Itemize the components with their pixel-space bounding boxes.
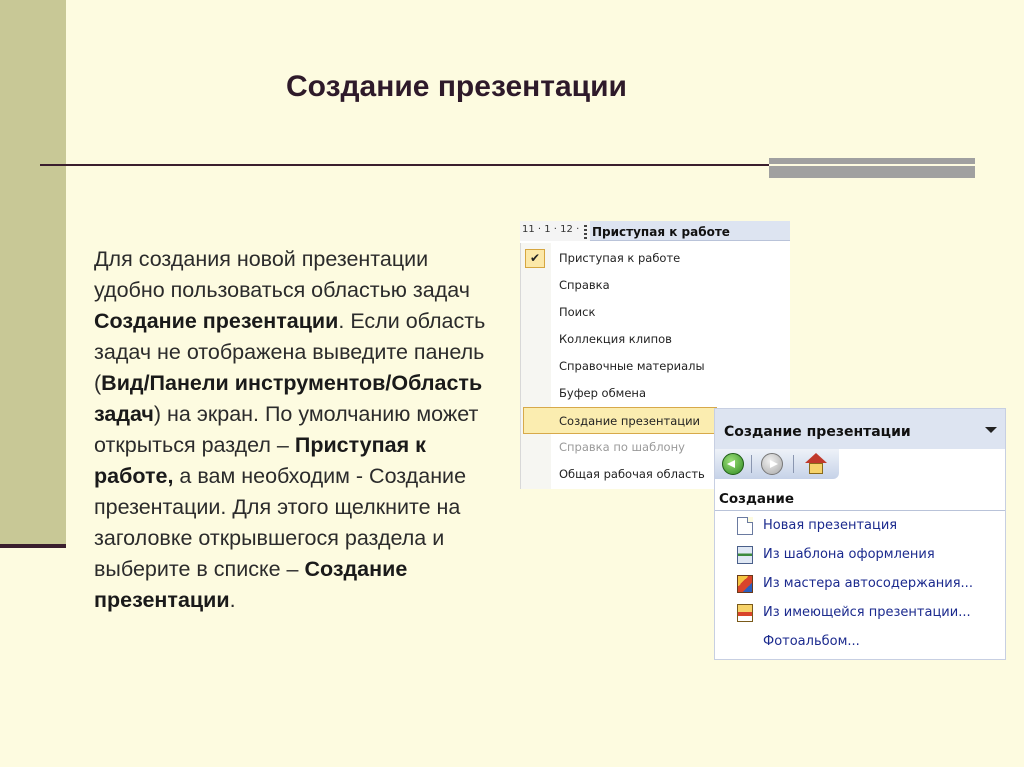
menu-item-getting-started[interactable]: ✔ Приступая к работе [521, 245, 790, 272]
link-photo-album[interactable]: Фотоальбом... [715, 627, 1005, 656]
blank-document-icon [737, 517, 753, 535]
menu-item-clipboard[interactable]: Буфер обмена [521, 380, 790, 407]
task-pane-screenshot: Создание презентации Создание Новая през… [714, 408, 1006, 660]
autocontent-wizard-icon [737, 575, 753, 593]
toolbar-separator [751, 455, 752, 473]
ruler: 11 · 1 · 12 · [520, 221, 590, 241]
design-template-icon [737, 546, 753, 564]
pane-toolbar [715, 449, 839, 479]
task-pane-title[interactable]: Приступая к работе [590, 221, 790, 241]
menu-item-new-presentation[interactable]: Создание презентации [523, 407, 717, 434]
link-from-design-template[interactable]: Из шаблона оформления [715, 540, 1005, 569]
menu-item-help[interactable]: Справка [521, 272, 790, 299]
dropdown-arrow-icon[interactable] [985, 427, 997, 433]
bold-term-1: Создание презентации [94, 309, 339, 333]
section-heading: Создание [715, 487, 1005, 511]
menu-item-search[interactable]: Поиск [521, 299, 790, 326]
grip-handle[interactable] [584, 225, 587, 239]
forward-icon[interactable] [761, 453, 783, 475]
left-decor-line [0, 544, 66, 548]
link-existing-presentation[interactable]: Из имеющейся презентации... [715, 598, 1005, 627]
title-divider-accent [769, 158, 975, 178]
back-icon[interactable] [722, 453, 744, 475]
link-autocontent-wizard[interactable]: Из мастера автосодержания... [715, 569, 1005, 598]
checkmark-icon: ✔ [525, 249, 545, 268]
body-text: Для создания новой презентации удобно по… [94, 247, 486, 612]
home-icon[interactable] [805, 453, 827, 475]
toolbar-separator [793, 455, 794, 473]
menu-item-reference[interactable]: Справочные материалы [521, 353, 790, 380]
slide-title: Создание презентации [286, 70, 627, 103]
existing-presentation-icon [737, 604, 753, 622]
left-decor-bar [0, 0, 66, 546]
menu-item-clip-gallery[interactable]: Коллекция клипов [521, 326, 790, 353]
link-blank-presentation[interactable]: Новая презентация [715, 511, 1005, 540]
pane-header[interactable]: Создание презентации [715, 409, 1005, 449]
